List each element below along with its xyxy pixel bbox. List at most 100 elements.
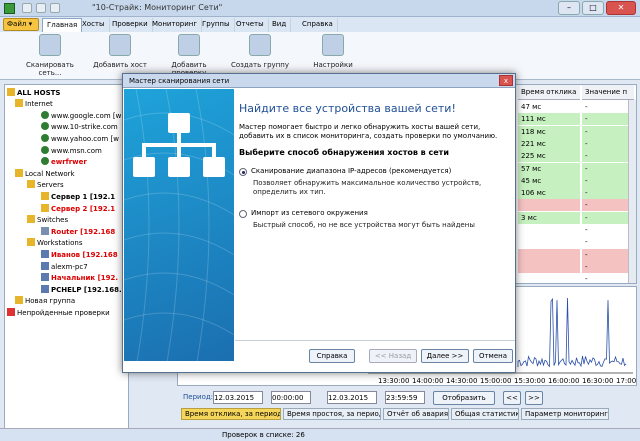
- tree-item[interactable]: Router [192.168: [41, 227, 115, 238]
- tab-downtime[interactable]: Время простоя, за период: [283, 408, 381, 420]
- tree-item[interactable]: Internet: [15, 99, 53, 110]
- cell-value: -: [582, 248, 630, 261]
- tree-item[interactable]: Servers: [27, 180, 64, 191]
- cell-value: -: [582, 260, 630, 273]
- tree-item[interactable]: www.10-strike.com: [41, 122, 118, 133]
- quick-access-refresh-icon[interactable]: [36, 3, 46, 13]
- chart-tick-label: 13:30:00: [378, 377, 409, 385]
- settings-button[interactable]: Настройки: [306, 34, 360, 69]
- period-label: Период:: [183, 393, 214, 401]
- server-icon: [41, 204, 49, 212]
- gear-icon: [322, 34, 344, 56]
- tab-reports[interactable]: Отчеты: [232, 18, 269, 32]
- chart-tick-label: 14:00:00: [412, 377, 443, 385]
- tree-item[interactable]: www.google.com [w: [41, 111, 121, 122]
- tree-item[interactable]: ALL HOSTS: [7, 88, 60, 99]
- option-import-label: Импорт из сетевого окружения: [251, 209, 368, 217]
- column-value[interactable]: Значение п: [582, 85, 634, 100]
- tree-item[interactable]: Local Network: [15, 169, 75, 180]
- add-host-button[interactable]: Добавить хост: [92, 34, 148, 69]
- tree-item[interactable]: www.msn.com: [41, 146, 102, 157]
- tree-item[interactable]: Сервер 1 [192.1: [41, 192, 115, 203]
- globe-icon: [41, 122, 49, 130]
- scan-network-button[interactable]: Сканировать сеть...: [14, 34, 86, 77]
- failed-checks-icon: [7, 308, 15, 316]
- tab-help[interactable]: Справка: [298, 18, 338, 32]
- prev-period-button[interactable]: <<: [503, 391, 521, 405]
- cell-response-time: 45 мс: [518, 174, 580, 187]
- folder-icon: [15, 169, 23, 177]
- cell-response-time: 57 мс: [518, 162, 580, 175]
- cell-value: -: [585, 103, 588, 111]
- back-button[interactable]: << Назад: [369, 349, 417, 363]
- quick-access-save-icon[interactable]: [22, 3, 32, 13]
- cancel-button[interactable]: Отмена: [473, 349, 513, 363]
- cell-response-time: 225 мс: [518, 150, 580, 163]
- next-period-button[interactable]: >>: [525, 391, 543, 405]
- globe-icon: [41, 111, 49, 119]
- tree-item[interactable]: Сервер 2 [192.1: [41, 204, 115, 215]
- tree-item[interactable]: alexm-pc7: [41, 262, 88, 273]
- date-to-input[interactable]: [327, 391, 377, 404]
- dialog-separator: [235, 340, 515, 341]
- ribbon-tabs: Файл ▾ Главная Хосты Проверки Мониторинг…: [0, 17, 640, 32]
- time-from-input[interactable]: [271, 391, 311, 404]
- report-tabs: Время отклика, за период Время простоя, …: [177, 408, 637, 420]
- cell-value: -: [582, 174, 630, 187]
- tab-statistics[interactable]: Общая статистика: [451, 408, 519, 420]
- dialog-close-button[interactable]: x: [499, 75, 513, 86]
- column-response-time[interactable]: Время отклика: [518, 85, 580, 100]
- option-import[interactable]: Импорт из сетевого окружения: [239, 209, 509, 218]
- app-icon: [4, 3, 15, 14]
- tab-accidents[interactable]: Отчёт об авариях: [383, 408, 449, 420]
- tab-monitoring[interactable]: Мониторинг: [148, 18, 203, 32]
- folder-icon: [27, 215, 35, 223]
- cell-value: -: [582, 150, 630, 163]
- help-button[interactable]: Справка: [309, 349, 355, 363]
- add-check-button[interactable]: Добавить проверку: [154, 34, 224, 77]
- quick-access-down-icon[interactable]: [50, 3, 60, 13]
- option-ip-range-desc: Позволяет обнаружить максимальное количе…: [253, 179, 482, 196]
- pc-icon: [41, 285, 49, 293]
- chart-tick-label: 16:30:00: [582, 377, 613, 385]
- radio-ip-range[interactable]: [239, 168, 247, 176]
- maximize-button[interactable]: □: [582, 1, 604, 15]
- dialog-footer: Справка << Назад Далее >> Отмена: [235, 344, 515, 372]
- cell-response-time: [518, 224, 580, 236]
- tree-item[interactable]: Новая группа: [15, 296, 75, 307]
- cell-value: -: [582, 113, 630, 126]
- tree-item[interactable]: Workstations: [27, 238, 82, 249]
- tree-item[interactable]: www.yahoo.com [w: [41, 134, 119, 145]
- tree-item[interactable]: Иванов [192.168: [41, 250, 118, 261]
- tree-item[interactable]: Switches: [27, 215, 68, 226]
- tab-main[interactable]: Главная: [42, 18, 83, 32]
- tab-hosts[interactable]: Хосты: [78, 18, 110, 32]
- globe-icon: [41, 146, 49, 154]
- tree-item[interactable]: PCHELP [192.168.: [41, 285, 122, 296]
- show-button[interactable]: Отобразить: [433, 391, 495, 405]
- time-to-input[interactable]: [385, 391, 425, 404]
- globe-icon: [41, 134, 49, 142]
- tab-view[interactable]: Вид: [268, 18, 292, 32]
- close-window-button[interactable]: ✕: [606, 1, 636, 15]
- tab-monitoring-param[interactable]: Параметр мониторинга: [521, 408, 609, 420]
- option-ip-range[interactable]: Сканирование диапазона IP-адресов (реком…: [239, 167, 509, 176]
- tab-groups[interactable]: Группы: [198, 18, 235, 32]
- next-button[interactable]: Далее >>: [421, 349, 469, 363]
- tab-response-time[interactable]: Время отклика, за период: [181, 408, 281, 420]
- date-from-input[interactable]: [213, 391, 263, 404]
- tree-item[interactable]: Непройденные проверки: [7, 308, 110, 319]
- create-group-button[interactable]: Создать группу: [230, 34, 290, 69]
- network-icon: [39, 34, 61, 56]
- cell-response-time: [518, 273, 580, 283]
- tree-item[interactable]: ewrfrwer: [41, 157, 87, 168]
- tree-item[interactable]: Начальник [192.: [41, 273, 118, 284]
- tab-checks[interactable]: Проверки: [108, 18, 153, 32]
- hosts-tree: ALL HOSTS Internet www.google.com [w www…: [4, 84, 129, 429]
- minimize-button[interactable]: –: [558, 1, 580, 15]
- cell-value: -: [585, 238, 588, 247]
- grid-scrollbar[interactable]: [628, 100, 636, 283]
- radio-import[interactable]: [239, 210, 247, 218]
- file-menu[interactable]: Файл ▾: [3, 18, 39, 31]
- option-import-desc: Быстрый способ, но не все устройства мог…: [253, 221, 475, 229]
